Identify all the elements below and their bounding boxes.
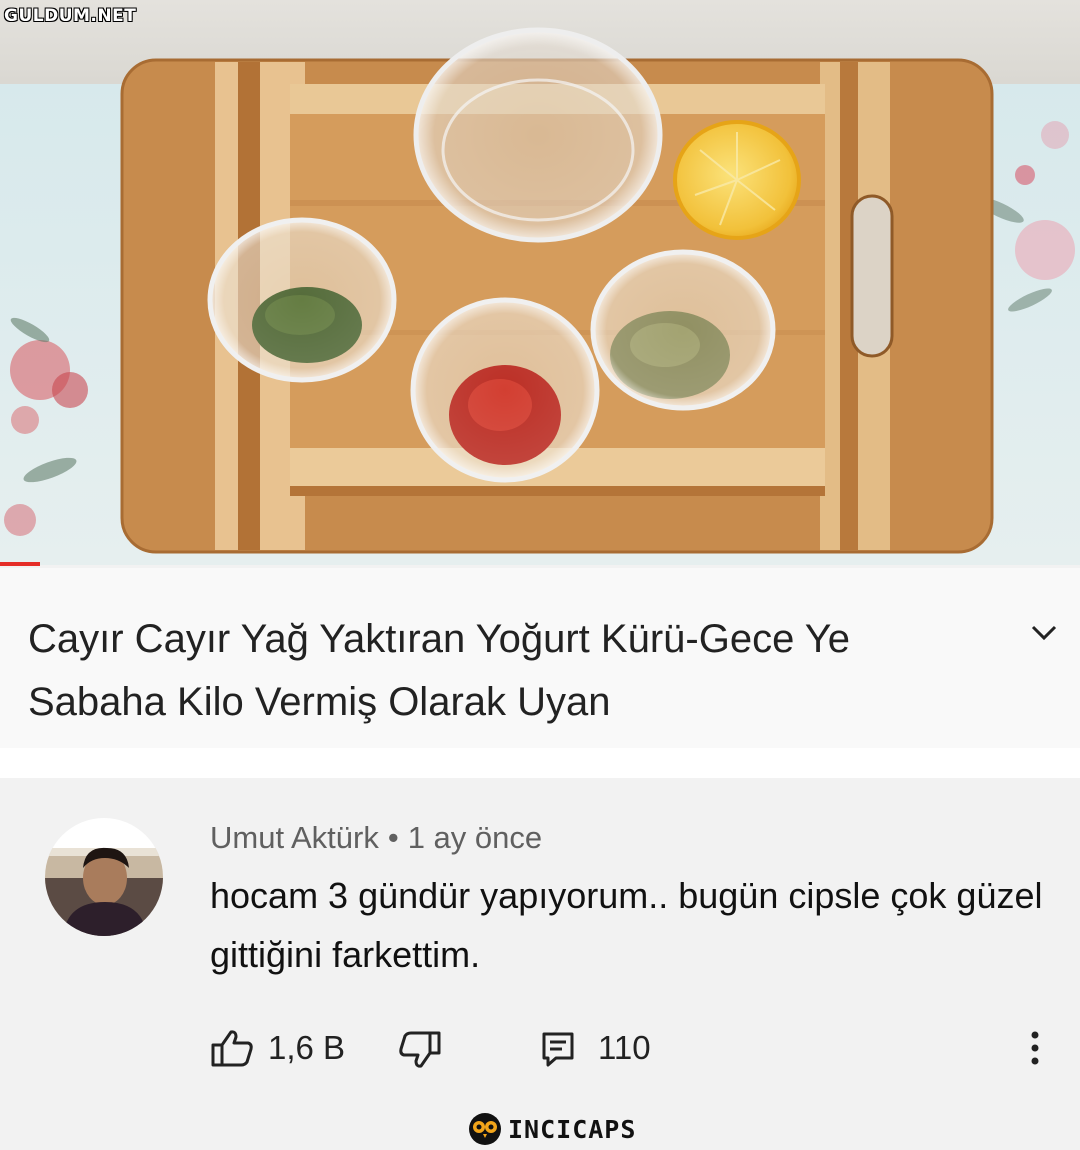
- incicaps-branding: INCICAPS: [468, 1112, 636, 1146]
- comment-time[interactable]: 1 ay önce: [408, 820, 542, 855]
- reply-button[interactable]: 110: [540, 1028, 651, 1068]
- video-title[interactable]: Cayır Cayır Yağ Yaktıran Yoğurt Kürü-Gec…: [28, 608, 988, 734]
- site-watermark: GULDUM.NET: [4, 6, 137, 26]
- comment-meta: Umut Aktürk • 1 ay önce: [210, 820, 542, 856]
- avatar[interactable]: [45, 818, 163, 936]
- thumbs-up-icon: [211, 1030, 253, 1067]
- comment-text: hocam 3 gündür yapıyorum.. bugün cipsle …: [210, 875, 1043, 975]
- video-progress-bar[interactable]: [0, 562, 40, 566]
- video-thumbnail[interactable]: GULDUM.NET: [0, 0, 1080, 565]
- brand-name: INCICAPS: [508, 1114, 637, 1144]
- comment-author[interactable]: Umut Aktürk: [210, 820, 379, 855]
- chevron-down-icon[interactable]: [1027, 617, 1061, 647]
- thumbnail-illustration: [0, 0, 1080, 565]
- reply-icon: [542, 1032, 574, 1067]
- dislike-button[interactable]: [398, 1030, 442, 1070]
- like-count: 1,6 B: [268, 1029, 346, 1066]
- like-button[interactable]: 1,6 B: [210, 1028, 345, 1068]
- owl-logo-icon: [469, 1113, 501, 1145]
- thumbs-down-icon: [399, 1031, 441, 1068]
- section-divider: [0, 748, 1080, 778]
- meta-separator: •: [387, 820, 399, 855]
- more-vertical-icon[interactable]: [1020, 1028, 1050, 1068]
- reply-count: 110: [598, 1029, 651, 1066]
